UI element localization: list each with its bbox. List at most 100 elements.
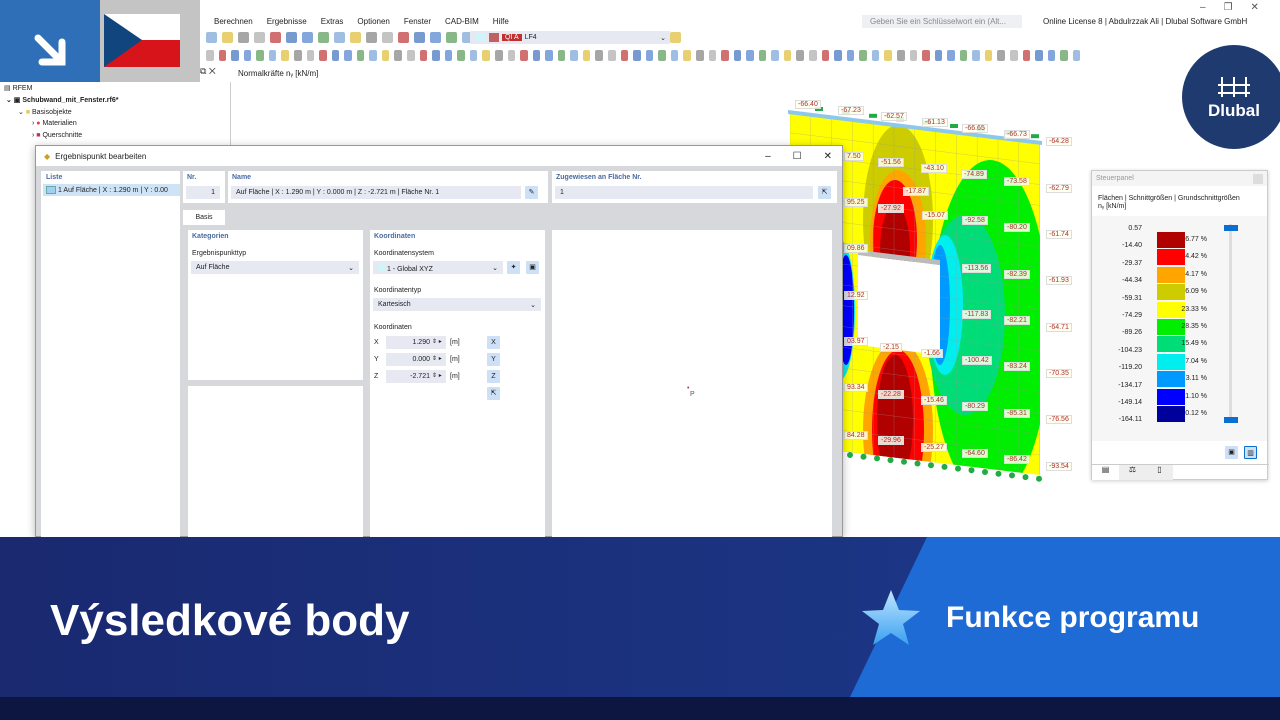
toolbar-button-icon[interactable]	[281, 50, 289, 61]
toolbar-button-icon[interactable]	[683, 50, 691, 61]
toolbar-button-icon[interactable]	[382, 32, 393, 43]
menu-berechnen[interactable]: Berechnen	[214, 17, 253, 26]
tree-root[interactable]: ▤ RFEM	[4, 84, 32, 92]
toolbar-button-icon[interactable]	[783, 50, 792, 61]
maximize-icon[interactable]: ☐	[793, 151, 802, 162]
toolbar-button-icon[interactable]	[394, 50, 402, 61]
menu-optionen[interactable]: Optionen	[357, 17, 389, 26]
toolbar-button-icon[interactable]	[469, 50, 478, 61]
toolbar-button-icon[interactable]	[1035, 50, 1043, 61]
menu-ergebnisse[interactable]: Ergebnisse	[267, 17, 307, 26]
toolbar-button-icon[interactable]	[286, 32, 297, 43]
toolbar-button-icon[interactable]	[922, 50, 930, 61]
tab-colors-icon[interactable]: ▤	[1092, 465, 1119, 480]
tab-balance-icon[interactable]: ⚖	[1119, 465, 1146, 480]
toolbar-button-icon[interactable]	[708, 50, 717, 61]
toolbar-button-icon[interactable]	[771, 50, 779, 61]
toolbar-button-icon[interactable]	[1010, 50, 1018, 61]
toolbar-button-icon[interactable]	[984, 50, 993, 61]
toolbar-button-icon[interactable]	[934, 50, 943, 61]
toolbar-button-icon[interactable]	[256, 50, 264, 61]
toolbar-button-icon[interactable]	[414, 32, 425, 43]
toolbar-button-icon[interactable]	[997, 50, 1005, 61]
new-cs-button[interactable]: ✦	[507, 261, 520, 274]
toolbar-button-icon[interactable]	[846, 50, 855, 61]
toolbar-button-icon[interactable]	[658, 50, 666, 61]
tree-file[interactable]: ⌄ ▣ Schubwand_mit_Fenster.rf6*	[6, 96, 118, 104]
panel-controls[interactable]: ⧉ ✕	[200, 66, 216, 77]
pick-x-button[interactable]: X	[487, 336, 500, 349]
toolbar-button-icon[interactable]	[620, 50, 629, 61]
toolbar-button-icon[interactable]	[1022, 50, 1031, 61]
toolbar-button-icon[interactable]	[947, 50, 955, 61]
toolbar-button-icon[interactable]	[350, 32, 361, 43]
toolbar-button-icon[interactable]	[334, 32, 345, 43]
legend-slider-track[interactable]	[1229, 224, 1232, 420]
toolbar-button-icon[interactable]	[972, 50, 980, 61]
toolbar-button-icon[interactable]	[909, 50, 918, 61]
close-panel-button[interactable]	[1253, 174, 1263, 184]
toolbar-button-icon[interactable]	[238, 32, 249, 43]
toolbar-button-icon[interactable]	[645, 50, 654, 61]
pick-point-button[interactable]: ⇱	[487, 387, 500, 400]
toolbar-button-icon[interactable]	[796, 50, 804, 61]
menu-hilfe[interactable]: Hilfe	[493, 17, 509, 26]
edit-name-button[interactable]: ✎	[525, 186, 538, 199]
toolbar-button-icon[interactable]	[366, 32, 377, 43]
toolbar-button-icon[interactable]	[306, 50, 315, 61]
list-item[interactable]: 1 Auf Fläche | X : 1.290 m | Y : 0.00	[43, 184, 180, 196]
tree-querschnitte[interactable]: › ■ Querschnitte	[32, 132, 82, 139]
toolbar-button-icon[interactable]	[369, 50, 377, 61]
toolbar-button-icon[interactable]	[746, 50, 754, 61]
toolbar-button-icon[interactable]	[758, 50, 767, 61]
toolbar-button-icon[interactable]	[430, 32, 441, 43]
pick-z-button[interactable]: Z	[487, 370, 500, 383]
assigned-field[interactable]: 1	[555, 186, 813, 199]
toolbar-button-icon[interactable]	[268, 50, 277, 61]
nr-field[interactable]: 1	[186, 186, 220, 199]
toolbar-button-icon[interactable]	[545, 50, 553, 61]
toolbar-button-icon[interactable]	[444, 50, 453, 61]
toolbar-button-icon[interactable]	[243, 50, 252, 61]
legend-scale-button[interactable]: ▥	[1244, 446, 1257, 459]
loadcase-selector[interactable]: QI A LF4 ⌄	[470, 31, 670, 44]
toolbar-button-icon[interactable]	[670, 32, 681, 43]
spinner-icon[interactable]: ⇕ ▸	[432, 372, 442, 379]
legend-settings-button[interactable]: ▣	[1225, 446, 1238, 459]
toolbar-button-icon[interactable]	[293, 50, 302, 61]
toolbar-button-icon[interactable]	[446, 32, 457, 43]
minimize-icon[interactable]: –	[1200, 2, 1206, 13]
tree-basisobjekte[interactable]: ⌄ ■ Basisobjekte	[18, 108, 72, 116]
toolbar-button-icon[interactable]	[270, 32, 281, 43]
toolbar-button-icon[interactable]	[557, 50, 566, 61]
toolbar-button-icon[interactable]	[570, 50, 578, 61]
toolbar-button-icon[interactable]	[507, 50, 516, 61]
toolbar-button-icon[interactable]	[1060, 50, 1068, 61]
coordinate-system-select[interactable]: 1 - Global XYZ ⌄	[373, 261, 503, 274]
toolbar-button-icon[interactable]	[532, 50, 541, 61]
toolbar-button-icon[interactable]	[356, 50, 365, 61]
slider-handle-top[interactable]	[1224, 225, 1238, 231]
tab-factors-icon[interactable]: ▯	[1146, 465, 1173, 480]
edit-cs-button[interactable]: ▣	[526, 261, 539, 274]
restore-icon[interactable]: ❐	[1224, 2, 1233, 13]
toolbar-button-icon[interactable]	[398, 32, 409, 43]
toolbar-button-icon[interactable]	[633, 50, 641, 61]
toolbar-button-icon[interactable]	[432, 50, 440, 61]
close-icon[interactable]: ✕	[824, 151, 832, 162]
spinner-icon[interactable]: ⇕ ▸	[432, 355, 442, 362]
pick-surface-button[interactable]: ⇱	[818, 186, 831, 199]
toolbar-button-icon[interactable]	[959, 50, 968, 61]
slider-handle-bottom[interactable]	[1224, 417, 1238, 423]
search-input[interactable]: Geben Sie ein Schlüsselwort ein (Alt...	[862, 15, 1022, 28]
toolbar-button-icon[interactable]	[821, 50, 830, 61]
toolbar-button-icon[interactable]	[302, 32, 313, 43]
coordinate-type-select[interactable]: Kartesisch ⌄	[373, 298, 541, 311]
toolbar-button-icon[interactable]	[407, 50, 415, 61]
toolbar-button-icon[interactable]	[608, 50, 616, 61]
spinner-icon[interactable]: ⇕ ▸	[432, 338, 442, 345]
toolbar-button-icon[interactable]	[254, 32, 265, 43]
minimize-icon[interactable]: –	[765, 151, 771, 162]
toolbar-button-icon[interactable]	[733, 50, 742, 61]
toolbar-button-icon[interactable]	[482, 50, 490, 61]
